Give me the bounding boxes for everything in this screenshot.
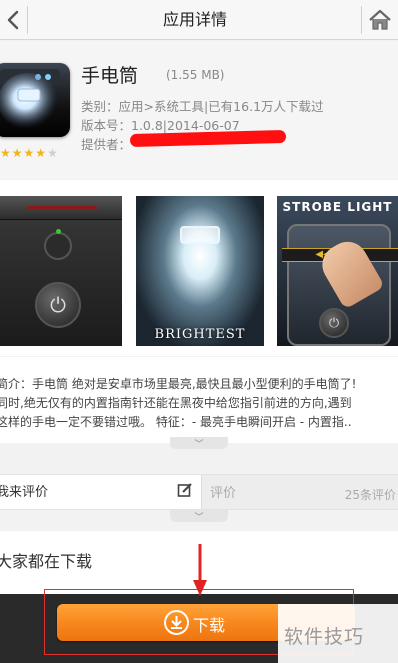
screenshot-3[interactable]: STROBE LIGHT ◀◀◀ ▶▶▶ ⏻ (277, 196, 398, 346)
download-icon (164, 610, 189, 635)
description-line: 简介：手电筒 绝对是安卓市场里最亮,最快且最小型便利的手电筒了! (0, 377, 357, 391)
reviews-tab-label: 评价 (210, 486, 237, 501)
redaction-mark (129, 129, 287, 148)
expand-reviews-button[interactable]: ﹀ (170, 510, 228, 523)
description-line: 这样的手电一定不要错过哦。 特征：- 最亮手电瞬间开启 - 内置指.. (0, 415, 352, 429)
provider-label: 提供者： (81, 137, 132, 152)
screenshot-caption: BRIGHTEST (154, 327, 246, 342)
app-info-section: ★ ★ ★ ★ ★ 手电筒 (1.55 MB) 类别：应用>系统工具|已有16.… (0, 41, 398, 179)
rating-stars: ★ ★ ★ ★ ★ (0, 147, 58, 160)
chevron-down-icon: ﹀ (194, 439, 204, 450)
app-icon (0, 63, 70, 137)
screenshot-caption: STROBE LIGHT (282, 200, 393, 214)
category-line: 类别：应用>系统工具|已有16.1万人下载过 (81, 99, 324, 114)
edit-icon[interactable] (176, 481, 194, 499)
power-icon: ⏻ (35, 282, 81, 328)
star-icon: ★ (23, 146, 35, 160)
home-icon (369, 9, 391, 30)
watermark: 软件技巧 (278, 604, 398, 663)
star-icon: ★ (35, 146, 47, 160)
also-downloaded-title: 大家都在下载 (0, 552, 93, 571)
watermark-text: 软件技巧 (284, 626, 365, 648)
home-button[interactable] (362, 0, 398, 40)
write-review-button[interactable]: 我来评价 (0, 481, 48, 500)
description-text: 简介：手电筒 绝对是安卓市场里最亮,最快且最小型便利的手电筒了! 同时,绝无仅有… (0, 375, 398, 432)
direction-pad (44, 232, 72, 260)
flashlight-lens (180, 226, 220, 244)
review-count: 25条评价 (344, 488, 396, 502)
screenshot-1[interactable]: ⏻ (0, 196, 122, 346)
annotation-arrow-icon (193, 544, 207, 596)
screenshot-2[interactable]: BRIGHTEST (136, 196, 264, 346)
screenshot-indicator (27, 206, 97, 209)
star-empty-icon: ★ (47, 146, 58, 160)
description-section: 简介：手电筒 绝对是安卓市场里最亮,最快且最小型便利的手电筒了! 同时,绝无仅有… (0, 357, 398, 450)
app-size: (1.55 MB) (166, 68, 225, 82)
status-light (56, 229, 61, 234)
page-title: 应用详情 (162, 10, 227, 29)
review-section: 我来评价 评价 25条评价 (0, 474, 398, 510)
flashlight-icon (0, 69, 60, 129)
description-line: 同时,绝无仅有的内置指南针还能在黑夜中给您指引前进的方向,遇到 (0, 396, 352, 410)
reviews-tab[interactable]: 评价 25条评价 (201, 475, 398, 509)
app-name: 手电筒 (81, 65, 139, 87)
expand-description-button[interactable]: ﹀ (170, 437, 228, 450)
star-icon: ★ (11, 146, 23, 160)
chevron-down-icon: ﹀ (194, 512, 204, 523)
star-icon: ★ (0, 146, 11, 160)
power-icon: ⏻ (319, 308, 349, 338)
back-button[interactable] (0, 0, 26, 40)
download-label: 下载 (193, 616, 226, 635)
top-bar: 应用详情 (0, 0, 398, 40)
screenshot-gallery[interactable]: ⏻ BRIGHTEST STROBE LIGHT ◀◀◀ ▶▶▶ ⏻ (0, 180, 398, 356)
chevron-left-icon (7, 10, 19, 30)
